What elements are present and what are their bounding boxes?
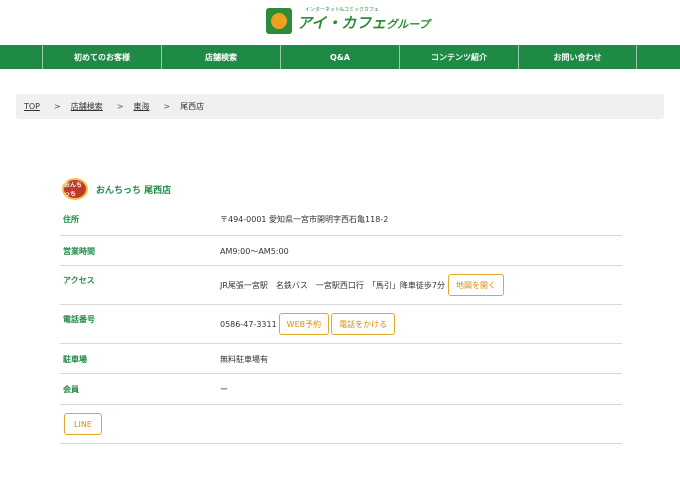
site-logo[interactable]: インターネット&コミックカフェ アイ・カフェグループ (266, 7, 430, 34)
access-value: JR尾張一宮駅 名鉄バス 一宮駅西口行 「馬引」降車徒歩7分 (220, 280, 446, 290)
phone-value: 0586-47-3311 (220, 319, 277, 329)
breadcrumb-store-search-link[interactable]: 店舗検索 (71, 101, 103, 112)
line-button[interactable]: LINE (64, 413, 102, 435)
member-label: 会員 (63, 385, 79, 394)
web-reserve-button[interactable]: WEB予約 (278, 313, 330, 335)
nav-item-faq[interactable]: Q&A (280, 45, 399, 69)
breadcrumb-region-link[interactable]: 東海 (133, 101, 149, 112)
member-value: ー (220, 385, 228, 394)
address-value: 〒494-0001 愛知県一宮市開明字西石亀118-2 (220, 215, 389, 224)
call-button[interactable]: 電話をかける (331, 313, 396, 335)
breadcrumb-separator: > (116, 102, 124, 111)
logo-brand-name: アイ・カフェ (297, 14, 387, 32)
breadcrumb-separator: > (163, 102, 171, 111)
logo-name: アイ・カフェグループ (297, 14, 430, 34)
address-label: 住所 (63, 215, 79, 224)
access-label: アクセス (63, 276, 95, 285)
nav-item-contents[interactable]: コンテンツ紹介 (399, 45, 518, 69)
parking-value: 無料駐車場有 (220, 355, 268, 364)
nav-item-first-time[interactable]: 初めてのお客様 (42, 45, 161, 69)
logo-brand-suffix: グループ (386, 18, 430, 31)
store-info-table: 住所 〒494-0001 愛知県一宮市開明字西石亀118-2 営業時間 AM9:… (60, 204, 622, 444)
info-row-line: LINE (60, 405, 622, 444)
store-heading: おんちっち おんちっち 尾西店 (62, 178, 171, 200)
phone-label: 電話番号 (63, 315, 95, 324)
logo-text: インターネット&コミックカフェ アイ・カフェグループ (297, 7, 430, 34)
info-row-parking: 駐車場 無料駐車場有 (60, 344, 622, 374)
nav-item-contact[interactable]: お問い合わせ (518, 45, 637, 69)
breadcrumb-top-link[interactable]: TOP (24, 102, 40, 111)
hours-label: 営業時間 (63, 247, 95, 256)
logo-tagline: インターネット&コミックカフェ (305, 7, 379, 13)
info-row-address: 住所 〒494-0001 愛知県一宮市開明字西石亀118-2 (60, 204, 622, 236)
site-header: インターネット&コミックカフェ アイ・カフェグループ (0, 0, 680, 45)
store-logo-icon: おんちっち (62, 178, 88, 200)
info-row-member: 会員 ー (60, 374, 622, 405)
parking-label: 駐車場 (63, 355, 87, 364)
phone-value-group: 0586-47-3311 WEB予約 電話をかける (220, 313, 396, 335)
access-value-group: JR尾張一宮駅 名鉄バス 一宮駅西口行 「馬引」降車徒歩7分 地図を開く (220, 274, 505, 296)
info-row-access: アクセス JR尾張一宮駅 名鉄バス 一宮駅西口行 「馬引」降車徒歩7分 地図を開… (60, 266, 622, 305)
main-nav: 初めてのお客様 店舗検索 Q&A コンテンツ紹介 お問い合わせ (0, 45, 680, 69)
logo-mark-icon (266, 7, 292, 34)
breadcrumb-separator: > (54, 102, 61, 111)
open-map-button[interactable]: 地図を開く (448, 274, 505, 296)
breadcrumb: TOP > 店舗検索 > 東海 > 尾西店 (16, 94, 664, 119)
breadcrumb-current: 尾西店 (180, 102, 205, 111)
info-row-phone: 電話番号 0586-47-3311 WEB予約 電話をかける (60, 305, 622, 344)
store-name: おんちっち 尾西店 (96, 185, 172, 196)
hours-value: AM9:00〜AM5:00 (220, 247, 289, 256)
info-row-hours: 営業時間 AM9:00〜AM5:00 (60, 236, 622, 266)
nav-item-store-search[interactable]: 店舗検索 (161, 45, 280, 69)
